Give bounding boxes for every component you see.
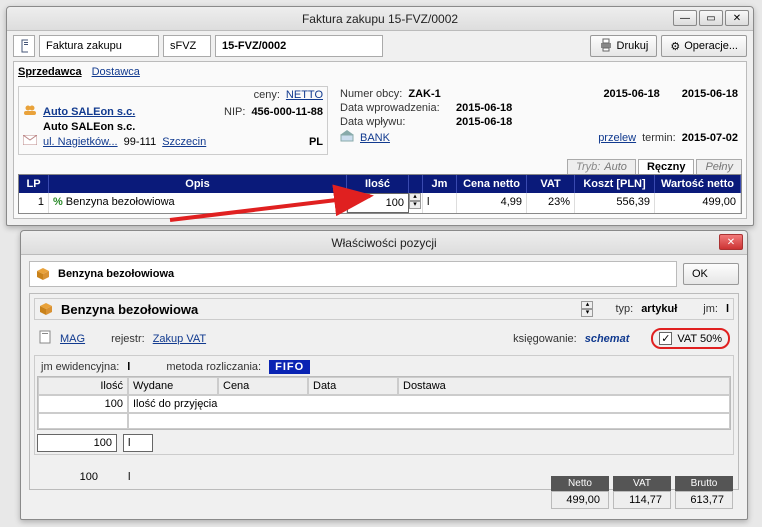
people-icon	[23, 104, 37, 119]
payment-link[interactable]: przelew	[598, 132, 636, 144]
doc-number-field[interactable]: 15-FVZ/0002	[215, 35, 383, 57]
props-titlebar[interactable]: Właściwości pozycji ✕	[21, 231, 747, 255]
tab-supplier[interactable]: Dostawca	[92, 66, 140, 78]
total-vat: 114,77	[613, 491, 671, 509]
minimize-button[interactable]: —	[673, 10, 697, 26]
meta-panel: Numer obcy: ZAK-1 2015-06-18 2015-06-18 …	[336, 86, 742, 155]
mode-tab-full[interactable]: Pełny	[696, 159, 742, 174]
posting-value[interactable]: schemat	[585, 333, 630, 345]
register-link[interactable]: Zakup VAT	[153, 333, 206, 345]
mode-tabs: Tryb:Auto Ręczny Pełny	[18, 159, 742, 174]
seller-panel: ceny: NETTO Auto SALEon s.c. NIP: 456-00…	[18, 86, 328, 155]
totals-panel: Netto 499,00 VAT 114,77 Brutto 613,77	[551, 476, 733, 509]
method-badge: FIFO	[269, 360, 310, 374]
qty-spin-down[interactable]: ▾	[409, 201, 421, 209]
table-row[interactable]: 1 %Benzyna bezołowiowa 100 ▴▾ l 4,99 23%…	[19, 193, 741, 213]
item-spin-down[interactable]: ▾	[581, 309, 593, 317]
city-link[interactable]: Szczecin	[162, 136, 206, 148]
qty-spin-up[interactable]: ▴	[409, 193, 421, 201]
vat50-label: VAT 50%	[677, 333, 722, 345]
vat50-highlight: ✓ VAT 50%	[651, 328, 730, 349]
nip-value: 456-000-11-88	[251, 106, 323, 118]
cube-icon	[39, 302, 53, 316]
street-link[interactable]: ul. Nagietków...	[43, 136, 118, 148]
percent-icon: %	[53, 196, 63, 208]
close-button[interactable]: ✕	[725, 10, 749, 26]
cube-icon	[36, 267, 50, 281]
store-link[interactable]: MAG	[60, 333, 85, 345]
print-button[interactable]: Drukuj	[590, 35, 658, 57]
operations-button[interactable]: ⚙ Operacje...	[661, 35, 747, 57]
total-brutto: 613,77	[675, 491, 733, 509]
items-grid: LP Opis Ilość Jm Cena netto VAT Koszt [P…	[18, 174, 742, 214]
props-title: Właściwości pozycji	[331, 236, 436, 250]
gear-icon: ⚙	[670, 40, 680, 53]
printer-icon	[599, 38, 613, 55]
main-title: Faktura zakupu 15-FVZ/0002	[302, 12, 458, 26]
item-name-full: Benzyna bezołowiowa	[61, 302, 198, 317]
item-spin-up[interactable]: ▴	[581, 301, 593, 309]
delivery-grid: Ilość Wydane Cena Data Dostawa 100 Ilość…	[37, 376, 731, 430]
page-icon	[38, 330, 52, 347]
bank-icon	[340, 130, 354, 145]
mode-tab-auto[interactable]: Tryb:Auto	[567, 159, 636, 174]
vat50-checkbox[interactable]: ✓	[659, 332, 672, 345]
ok-button[interactable]: OK	[683, 263, 739, 285]
doc-type-field[interactable]: Faktura zakupu	[39, 35, 159, 57]
envelope-icon	[23, 135, 37, 148]
main-titlebar[interactable]: Faktura zakupu 15-FVZ/0002 — ▭ ✕	[7, 7, 753, 31]
props-window: Właściwości pozycji ✕ Benzyna bezołowiow…	[20, 230, 748, 520]
footer-qty-input[interactable]: 100	[37, 434, 117, 452]
footer-unit-field[interactable]: l	[123, 434, 153, 452]
maximize-button[interactable]: ▭	[699, 10, 723, 26]
code-prefix-field[interactable]: sFVZ	[163, 35, 211, 57]
main-window: Faktura zakupu 15-FVZ/0002 — ▭ ✕ Faktura…	[6, 6, 754, 226]
doc-icon[interactable]	[13, 35, 35, 57]
foreign-no-value: ZAK-1	[408, 88, 440, 100]
main-toolbar: Faktura zakupu sFVZ 15-FVZ/0002 Drukuj ⚙…	[13, 35, 747, 57]
item-name-box: Benzyna bezołowiowa	[29, 261, 677, 287]
qty-input[interactable]: 100	[347, 193, 409, 213]
props-close-button[interactable]: ✕	[719, 234, 743, 250]
bank-link[interactable]: BANK	[360, 132, 390, 144]
price-mode-link[interactable]: NETTO	[286, 89, 323, 101]
seller-name-link[interactable]: Auto SALEon s.c.	[43, 106, 135, 118]
tab-seller[interactable]: Sprzedawca	[18, 66, 82, 78]
total-netto: 499,00	[551, 491, 609, 509]
mode-tab-manual[interactable]: Ręczny	[638, 159, 695, 174]
